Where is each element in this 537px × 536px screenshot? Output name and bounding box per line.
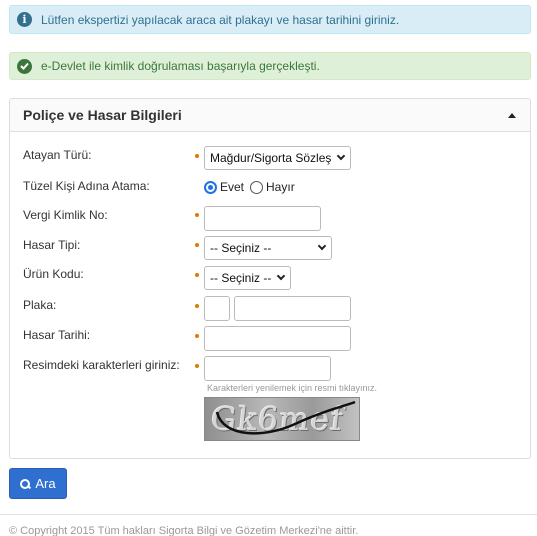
vergi-kimlik-input[interactable] [204,206,321,231]
info-icon: i [17,12,32,27]
info-alert-text: Lütfen ekspertizi yapılacak araca ait pl… [41,12,400,27]
required-icon [195,243,199,247]
search-button-label: Ara [35,476,56,491]
urun-kodu-label: Ürün Kodu: [23,267,84,281]
chevron-down-icon [336,151,346,161]
radio-evet-label: Evet [220,180,245,194]
captcha-noise-line [215,400,356,435]
radio-evet[interactable] [204,180,217,194]
check-icon [17,58,32,74]
footer-divider [0,514,537,515]
hasar-tarihi-input[interactable] [204,326,351,351]
atayan-turu-value: Mağdur/Sigorta Sözleş [210,151,332,165]
success-alert: e-Devlet ile kimlik doğrulaması başarıyl… [9,52,531,80]
search-button[interactable]: Ara [9,468,67,499]
plaka-input-number[interactable] [234,296,351,321]
policy-damage-panel: Poliçe ve Hasar Bilgileri Atayan Türü: M… [9,98,531,459]
required-icon [195,334,199,338]
info-alert: i Lütfen ekspertizi yapılacak araca ait … [9,5,531,34]
success-alert-text: e-Devlet ile kimlik doğrulaması başarıyl… [41,59,320,73]
atayan-turu-label: Atayan Türü: [23,148,92,162]
hasar-tipi-label: Hasar Tipi: [23,238,81,252]
hasar-tipi-select[interactable]: -- Seçiniz -- [204,236,332,260]
required-icon [195,273,199,277]
captcha-input[interactable] [204,356,331,381]
chevron-down-icon [317,241,327,251]
vergi-kimlik-label: Vergi Kimlik No: [23,208,108,222]
radio-hayir[interactable] [250,180,264,194]
panel-heading: Poliçe ve Hasar Bilgileri [10,99,530,132]
hasar-tipi-value: -- Seçiniz -- [210,241,272,255]
tuzel-kisi-radio-group: Evet Hayır [204,180,301,194]
chevron-down-icon [276,271,286,281]
collapse-icon[interactable] [508,112,516,118]
atayan-turu-select[interactable]: Mağdur/Sigorta Sözleş [204,146,351,170]
plaka-input-city[interactable] [204,296,230,321]
footer-copyright: © Copyright 2015 Tüm hakları Sigorta Bil… [9,525,359,536]
urun-kodu-value: -- Seçiniz -- [210,271,272,285]
captcha-hint: Karakterleri yenilemek için resmi tıklay… [207,383,378,393]
required-icon [195,304,199,308]
urun-kodu-select[interactable]: -- Seçiniz -- [204,266,291,290]
required-icon [195,154,199,158]
tuzel-kisi-label: Tüzel Kişi Adına Atama: [23,179,150,193]
plaka-label: Plaka: [23,298,57,312]
search-icon [20,478,31,489]
captcha-image[interactable]: Gk6mef [204,397,360,441]
hasar-tarihi-label: Hasar Tarihi: [23,328,91,342]
required-icon [195,364,199,368]
radio-hayir-label: Hayır [266,180,295,194]
panel-title: Poliçe ve Hasar Bilgileri [23,107,182,123]
captcha-label: Resimdeki karakterleri giriniz: [23,358,180,372]
required-icon [195,213,199,217]
